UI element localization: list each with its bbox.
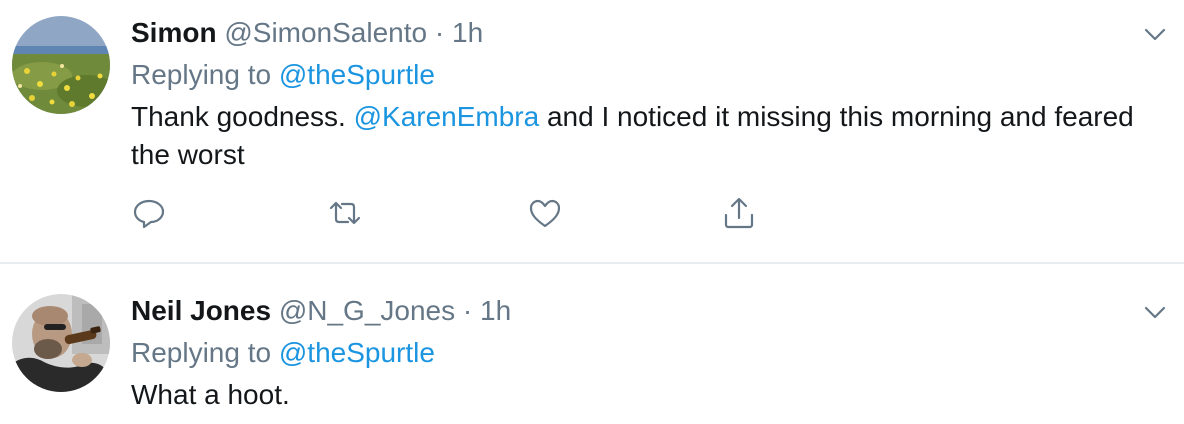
tweet-text: Thank goodness. @KarenEmbra and I notice… bbox=[131, 98, 1141, 174]
tweet[interactable]: Neil Jones @N_G_Jones · 1h Replying to @… bbox=[0, 264, 1184, 424]
replying-to: Replying to @theSpurtle bbox=[131, 335, 435, 371]
display-name[interactable]: Neil Jones bbox=[131, 295, 271, 326]
chevron-down-icon[interactable] bbox=[1142, 21, 1168, 47]
share-icon[interactable] bbox=[721, 195, 757, 231]
tweet-header: Neil Jones @N_G_Jones · 1h bbox=[131, 293, 511, 329]
tweet[interactable]: Simon @SimonSalento · 1h Replying to @th… bbox=[0, 0, 1184, 264]
avatar[interactable] bbox=[12, 294, 110, 392]
user-handle[interactable]: @SimonSalento bbox=[224, 17, 427, 48]
chevron-down-icon[interactable] bbox=[1142, 299, 1168, 325]
timestamp[interactable]: 1h bbox=[480, 295, 511, 326]
tweet-header: Simon @SimonSalento · 1h bbox=[131, 15, 483, 51]
avatar-man-image bbox=[12, 294, 110, 392]
tweet-text: What a hoot. bbox=[131, 379, 290, 410]
tweet-actions bbox=[131, 195, 771, 235]
separator-dot: · bbox=[462, 295, 473, 326]
reply-icon[interactable] bbox=[131, 195, 167, 231]
display-name[interactable]: Simon bbox=[131, 17, 217, 48]
like-icon[interactable] bbox=[527, 195, 563, 231]
replying-to: Replying to @theSpurtle bbox=[131, 57, 435, 93]
avatar-flowers-image bbox=[12, 16, 110, 114]
timestamp[interactable]: 1h bbox=[452, 17, 483, 48]
tweet-text-part: Thank goodness. bbox=[131, 101, 354, 132]
replying-to-link[interactable]: @theSpurtle bbox=[279, 337, 435, 368]
user-handle[interactable]: @N_G_Jones bbox=[279, 295, 455, 326]
separator-dot: · bbox=[434, 17, 445, 48]
replying-to-link[interactable]: @theSpurtle bbox=[279, 59, 435, 90]
avatar[interactable] bbox=[12, 16, 110, 114]
mention-link[interactable]: @KarenEmbra bbox=[354, 101, 540, 132]
replying-prefix: Replying to bbox=[131, 59, 279, 90]
retweet-icon[interactable] bbox=[327, 195, 363, 231]
replying-prefix: Replying to bbox=[131, 337, 279, 368]
